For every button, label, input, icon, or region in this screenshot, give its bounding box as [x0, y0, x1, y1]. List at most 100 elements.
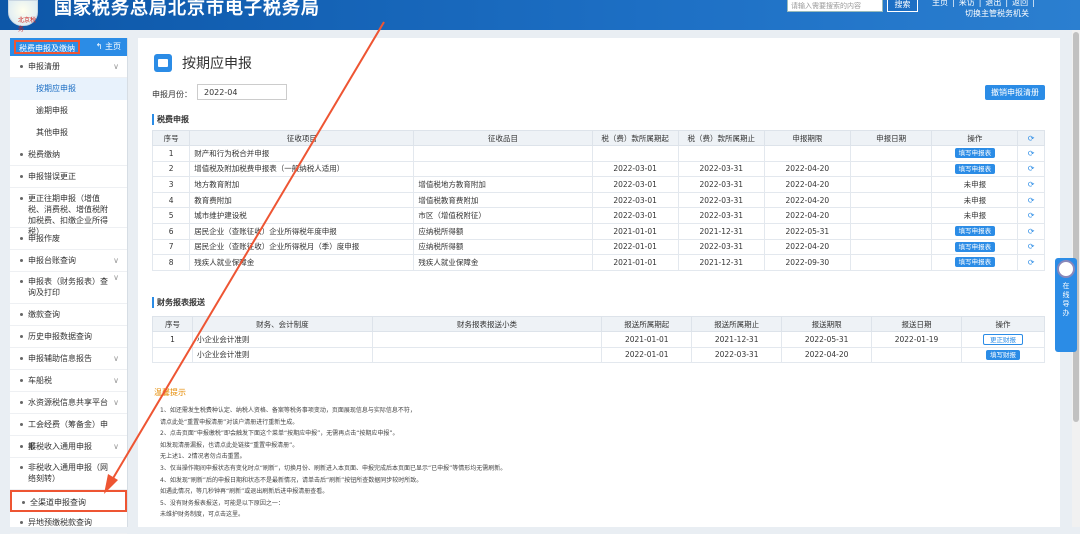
fill-form-button[interactable]: 填写申报表: [954, 226, 996, 237]
cell-item: 居民企业（查账征收）企业所得税月（季）度申报: [189, 238, 415, 256]
cell-from: 2022-01-01: [591, 238, 679, 256]
sidebar-item[interactable]: 全渠道申报查询: [10, 490, 127, 512]
cell-to: 2022-03-31: [677, 238, 765, 256]
cell-date: [849, 145, 933, 162]
fill-form-button[interactable]: 填写申报表: [954, 241, 996, 252]
sidebar-item[interactable]: 申报表（财务报表）查询及打印 ∨: [10, 272, 127, 304]
cell-from: 2021-01-01: [591, 222, 679, 240]
fill-form-button[interactable]: 填写申报表: [954, 148, 996, 159]
cell-item: 财产和行为税合并申报: [189, 145, 415, 162]
search-button[interactable]: 搜索: [887, 0, 918, 12]
tax-logo-icon: 北京税务: [8, 0, 38, 33]
chevron-down-icon: ∨: [113, 273, 119, 282]
site-header: 北京税务 国家税务总局北京市电子税务局 请输入需要搜索的内容 搜索 主页 | 来访 |…: [0, 0, 1080, 33]
cell-deadline: 2022-04-20: [763, 207, 851, 224]
sidebar-item[interactable]: 工会经费（筹备金）申报: [10, 414, 127, 451]
sidebar-subitem[interactable]: 逾期申报: [10, 100, 127, 122]
sidebar-item[interactable]: 申报错误更正: [10, 166, 127, 188]
column-header: 财务报表报送小类: [371, 316, 603, 332]
fill-report-button[interactable]: 填写财报: [986, 349, 1020, 360]
column-header: 申报日期: [849, 130, 933, 146]
sidebar-item[interactable]: 历史申报数据查询: [10, 326, 127, 348]
tip-line: 1、如还需发生税费种认定、纳税人资格、备案等税务事项变动，页面展现信息与实际信息…: [160, 407, 416, 414]
sidebar-item[interactable]: 水资源税信息共享平台 ∨: [10, 392, 127, 414]
sidebar-subitem[interactable]: 其他申报: [10, 122, 127, 144]
cell-from: 2022-03-01: [591, 176, 679, 193]
sidebar-item[interactable]: 税费缴纳: [10, 144, 127, 166]
sidebar-item[interactable]: 申报辅助信息报告 ∨: [10, 348, 127, 370]
period-input[interactable]: 2022-04: [197, 84, 287, 100]
sidebar-item[interactable]: 申报作废: [10, 228, 127, 250]
chevron-down-icon: ∨: [113, 398, 119, 407]
refresh-icon[interactable]: ⟳: [1028, 196, 1035, 205]
sidebar-item-label: 税费缴纳: [28, 150, 60, 159]
online-guide-widget[interactable]: 在线导办: [1055, 258, 1077, 352]
sidebar-item[interactable]: 非税收入通用申报 ∨: [10, 436, 127, 458]
bullet-icon: [20, 313, 23, 316]
sidebar-item-label: 异地预缴税款查询: [28, 518, 92, 527]
tip-line: 无上述1、2情况者勿点击重置。: [160, 453, 246, 461]
cell-to: 2022-03-31: [677, 160, 765, 178]
cell-to: 2022-03-31: [677, 207, 765, 224]
sidebar: 税费申报及缴纳 ↰ 主页 申报清册 ∨ 按期应申报逾期申报其他申报税费缴纳申报错误更…: [10, 38, 128, 534]
refresh-icon[interactable]: ⟳: [1028, 134, 1035, 143]
bullet-icon: [20, 466, 23, 469]
tip-line: 3、仅当操作期间申报状态有变化时点“刷新”，切换月份、刷新进入本页面、申报完成后…: [160, 464, 507, 472]
refresh-icon[interactable]: ⟳: [1028, 180, 1035, 189]
sidebar-item-label: 按期应申报: [36, 84, 76, 93]
cell-to: 2021-12-31: [677, 222, 765, 240]
clear-list-button[interactable]: 撤销申报清册: [985, 85, 1045, 100]
bullet-icon: [20, 521, 23, 524]
status-text: 未申报: [963, 179, 987, 189]
sidebar-item[interactable]: 缴款查询: [10, 304, 127, 326]
sidebar-item-label: 申报台账查询: [28, 256, 76, 265]
tips-title: 温馨提示: [154, 388, 186, 397]
column-header: 申报期限: [763, 130, 851, 146]
top-link[interactable]: 来访: [959, 0, 975, 7]
fill-form-button[interactable]: 填写申报表: [954, 163, 996, 174]
status-text: 未申报: [963, 211, 987, 221]
table-row: 3 地方教育附加 增值税地方教育附加 2022-03-01 2022-03-31 2022…: [151, 176, 1045, 193]
refresh-icon[interactable]: ⟳: [1028, 149, 1035, 158]
refresh-icon[interactable]: ⟳: [1028, 242, 1035, 251]
sidebar-item[interactable]: 异地预缴税款查询: [10, 512, 127, 534]
cell-item: 城市维护建设税: [189, 207, 415, 224]
top-link[interactable]: 主页: [932, 0, 948, 7]
sidebar-item-label: 非税收入通用申报: [28, 442, 92, 451]
bullet-icon: [20, 237, 23, 240]
cell-to: 2021-12-31: [691, 331, 783, 348]
fill-form-button[interactable]: 填写申报表: [954, 257, 996, 268]
correct-report-button[interactable]: 更正财报: [983, 333, 1023, 345]
column-header: 税（费）款所属期起: [591, 130, 679, 146]
search-input[interactable]: 请输入需要搜索的内容: [787, 0, 883, 12]
cell-refresh: ⟳: [1017, 145, 1045, 162]
refresh-icon[interactable]: ⟳: [1028, 227, 1035, 236]
bullet-icon: [20, 379, 23, 382]
cell-op: 填写申报表: [931, 145, 1019, 162]
bullet-icon: [20, 280, 23, 283]
refresh-icon[interactable]: ⟳: [1028, 211, 1035, 220]
top-link[interactable]: 退出: [985, 0, 1001, 7]
sidebar-item[interactable]: 更正往期申报（增值税、消费税、增值税附加税费、扣缴企业所得税）: [10, 188, 127, 236]
sidebar-item[interactable]: 车船税 ∨: [10, 370, 127, 392]
top-link[interactable]: 返回: [1012, 0, 1028, 7]
scrollbar-thumb[interactable]: [1073, 32, 1079, 422]
cell-date: [871, 346, 962, 364]
switch-org-link[interactable]: 切换主管税务机关: [965, 8, 1029, 19]
cell-sub: [413, 160, 593, 178]
sidebar-item[interactable]: 申报台账查询 ∨: [10, 250, 127, 272]
sidebar-item[interactable]: 非税收入通用申报（网络刻转）: [10, 458, 127, 490]
refresh-icon[interactable]: ⟳: [1028, 164, 1035, 173]
sidebar-item[interactable]: 申报清册 ∨: [10, 56, 127, 78]
home-icon: ↰: [95, 42, 103, 51]
refresh-icon[interactable]: ⟳: [1028, 258, 1035, 267]
sidebar-subitem[interactable]: 按期应申报: [10, 78, 127, 100]
column-header: 征收项目: [189, 130, 415, 146]
table-row: 2 增值税及附加税费申报表（一般纳税人适用） 2022-03-01 2022-03-3…: [151, 160, 1045, 178]
sidebar-item-label: 逾期申报: [36, 106, 68, 115]
home-link[interactable]: ↰ 主页: [96, 41, 121, 52]
sidebar-title[interactable]: 税费申报及缴纳: [14, 40, 80, 54]
cell-op: 填写申报表: [931, 254, 1019, 271]
cell-refresh: ⟳: [1017, 254, 1045, 271]
column-header: 税（费）款所属期止: [677, 130, 765, 146]
